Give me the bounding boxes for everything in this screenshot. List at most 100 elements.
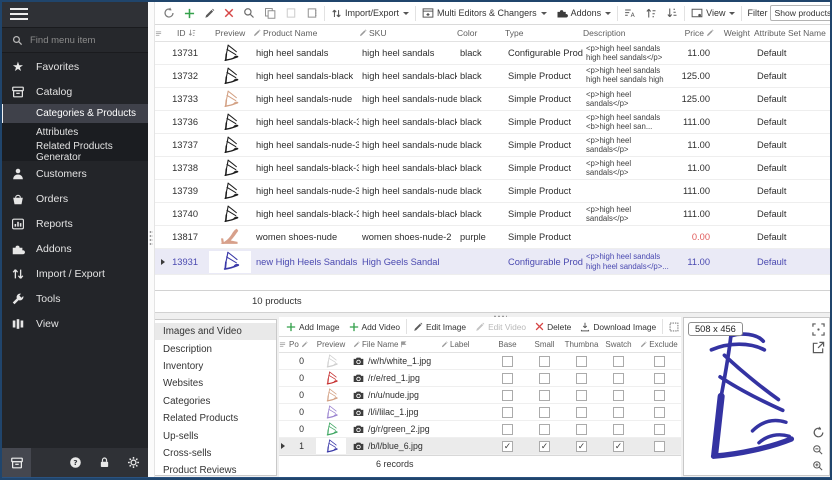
checkbox[interactable] <box>539 373 550 384</box>
sort-descending-button[interactable] <box>663 5 681 21</box>
checkbox[interactable] <box>613 424 624 435</box>
multi-editors-menu[interactable]: Multi Editors & Changers <box>419 5 550 21</box>
edit-video-button[interactable]: Edit Video <box>472 320 529 334</box>
column-header-position[interactable]: Po <box>289 340 309 349</box>
checkbox[interactable] <box>576 390 587 401</box>
image-row-lilac_1.jpg[interactable]: 0 /l/i/lilac_1.jpg <box>279 404 681 421</box>
sidebar-item-attributes[interactable]: Attributes <box>0 123 148 142</box>
checkbox[interactable] <box>576 356 587 367</box>
product-row-13738[interactable]: 13738 high heel sandals-black-37high hee… <box>155 157 830 180</box>
tab-images-and-video[interactable]: Images and Video <box>151 323 276 340</box>
refresh-button[interactable] <box>160 5 178 21</box>
delete-product-button[interactable] <box>221 6 237 20</box>
column-header-base[interactable]: Base <box>489 340 526 349</box>
sidebar-item-import-export[interactable]: Import / Export <box>0 261 148 286</box>
checkbox[interactable] <box>502 407 513 418</box>
column-header-attribute-set[interactable]: Attribute Set Name <box>754 28 830 38</box>
add-video-button[interactable]: Add Video <box>346 320 404 334</box>
product-row-13740[interactable]: 13740 high heel sandals-black-38high hee… <box>155 203 830 226</box>
search-input[interactable] <box>30 35 130 46</box>
product-row-13731[interactable]: 13731 high heel sandalshigh heel sandals… <box>155 42 830 65</box>
checkbox[interactable] <box>502 373 513 384</box>
search-products-button[interactable] <box>240 5 258 21</box>
sort-az-button[interactable]: A <box>621 5 639 21</box>
edit-product-button[interactable] <box>201 6 218 21</box>
tab-description[interactable]: Description <box>151 340 276 357</box>
checkbox[interactable] <box>654 390 665 401</box>
checkbox[interactable] <box>539 390 550 401</box>
checkbox[interactable]: ✓ <box>613 441 624 452</box>
checkbox[interactable] <box>576 373 587 384</box>
column-header-price[interactable]: Price <box>678 28 718 38</box>
sidebar-item-favorites[interactable]: ★Favorites <box>0 54 148 79</box>
image-row-nude.jpg[interactable]: 0 /n/u/nude.jpg <box>279 387 681 404</box>
column-header-label[interactable]: Label <box>441 340 489 349</box>
product-row-13737[interactable]: 13737 high heel sandals-nude-36high heel… <box>155 134 830 157</box>
sidebar-item-orders[interactable]: Orders <box>0 186 148 211</box>
product-row-13931[interactable]: 13931 new High Heels SandalsHigh Geels S… <box>155 249 830 275</box>
settings-gear-icon[interactable] <box>119 448 148 477</box>
checkbox[interactable] <box>654 424 665 435</box>
checkbox[interactable] <box>502 424 513 435</box>
checkbox[interactable] <box>539 356 550 367</box>
checkbox[interactable] <box>613 373 624 384</box>
checkbox[interactable] <box>576 424 587 435</box>
tab-categories[interactable]: Categories <box>151 393 276 410</box>
addons-menu[interactable]: Addons <box>553 5 615 21</box>
set-resize-rule-button[interactable]: Set Resize Rule <box>666 320 681 334</box>
delete-image-button[interactable]: Delete <box>532 320 574 334</box>
column-header-id[interactable]: ID <box>167 28 207 38</box>
checkbox[interactable] <box>613 390 624 401</box>
copy-button[interactable] <box>261 5 279 21</box>
sidebar-item-tools[interactable]: Tools <box>0 286 148 311</box>
add-product-button[interactable] <box>181 6 198 21</box>
column-header-preview[interactable]: Preview <box>309 340 353 349</box>
column-header-exclude[interactable]: Exclude <box>637 340 681 349</box>
image-row-red_1.jpg[interactable]: 0 /r/e/red_1.jpg <box>279 370 681 387</box>
import-export-menu[interactable]: Import/Export <box>328 6 412 21</box>
checkbox[interactable]: ✓ <box>576 441 587 452</box>
paste-button[interactable] <box>303 5 321 21</box>
tab-related-products[interactable]: Related Products <box>151 410 276 427</box>
checkbox[interactable] <box>539 407 550 418</box>
sidebar-item-customers[interactable]: Customers <box>0 161 148 186</box>
product-row-13739[interactable]: 13739 high heel sandals-nude-37high heel… <box>155 180 830 203</box>
checkbox[interactable] <box>502 390 513 401</box>
panel-splitter-vertical[interactable] <box>148 2 155 477</box>
image-row-green_2.jpg[interactable]: 0 /g/r/green_2.jpg <box>279 421 681 438</box>
sidebar-item-reports[interactable]: Reports <box>0 211 148 236</box>
checkbox[interactable]: ✓ <box>502 441 513 452</box>
column-header-thumbnail[interactable]: Thumbna <box>563 340 600 349</box>
sidebar-item-catalog[interactable]: Catalog <box>0 79 148 104</box>
checkbox[interactable] <box>539 424 550 435</box>
zoom-out-icon[interactable] <box>812 444 825 457</box>
image-row-blue_6.jpg[interactable]: 1 /b/l/blue_6.jpg✓✓✓✓ <box>279 438 681 455</box>
checkbox[interactable] <box>502 356 513 367</box>
sidebar-search[interactable] <box>0 28 148 53</box>
checkbox[interactable] <box>654 441 665 452</box>
row-selector-icon[interactable] <box>155 30 167 37</box>
sidebar-item-addons[interactable]: Addons <box>0 236 148 261</box>
column-header-product-name[interactable]: Product Name <box>253 28 359 38</box>
tab-cross-sells[interactable]: Cross-sells <box>151 445 276 462</box>
image-row-white_1.jpg[interactable]: 0 /w/h/white_1.jpg <box>279 353 681 370</box>
tab-websites[interactable]: Websites <box>151 375 276 392</box>
help-icon[interactable]: ? <box>60 448 89 477</box>
store-icon[interactable] <box>2 448 31 477</box>
cut-button[interactable] <box>282 5 300 21</box>
column-header-small[interactable]: Small <box>526 340 563 349</box>
tab-product-reviews[interactable]: Product Reviews <box>151 462 276 479</box>
checkbox[interactable] <box>654 356 665 367</box>
product-row-13732[interactable]: 13732 high heel sandals-blackhigh heel s… <box>155 65 830 88</box>
sort-ascending-button[interactable] <box>642 5 660 21</box>
column-header-color[interactable]: Color <box>457 28 505 38</box>
filter-select[interactable]: Show products from selected categories <box>770 5 830 21</box>
checkbox[interactable] <box>613 407 624 418</box>
download-image-button[interactable]: Download Image <box>577 320 659 334</box>
lock-icon[interactable] <box>90 448 119 477</box>
checkbox[interactable] <box>576 407 587 418</box>
product-row-13736[interactable]: 13736 high heel sandals-black-36high hee… <box>155 111 830 134</box>
product-row-13733[interactable]: 13733 high heel sandals-nudehigh heel sa… <box>155 88 830 111</box>
tab-inventory[interactable]: Inventory <box>151 358 276 375</box>
zoom-in-icon[interactable] <box>812 460 825 473</box>
